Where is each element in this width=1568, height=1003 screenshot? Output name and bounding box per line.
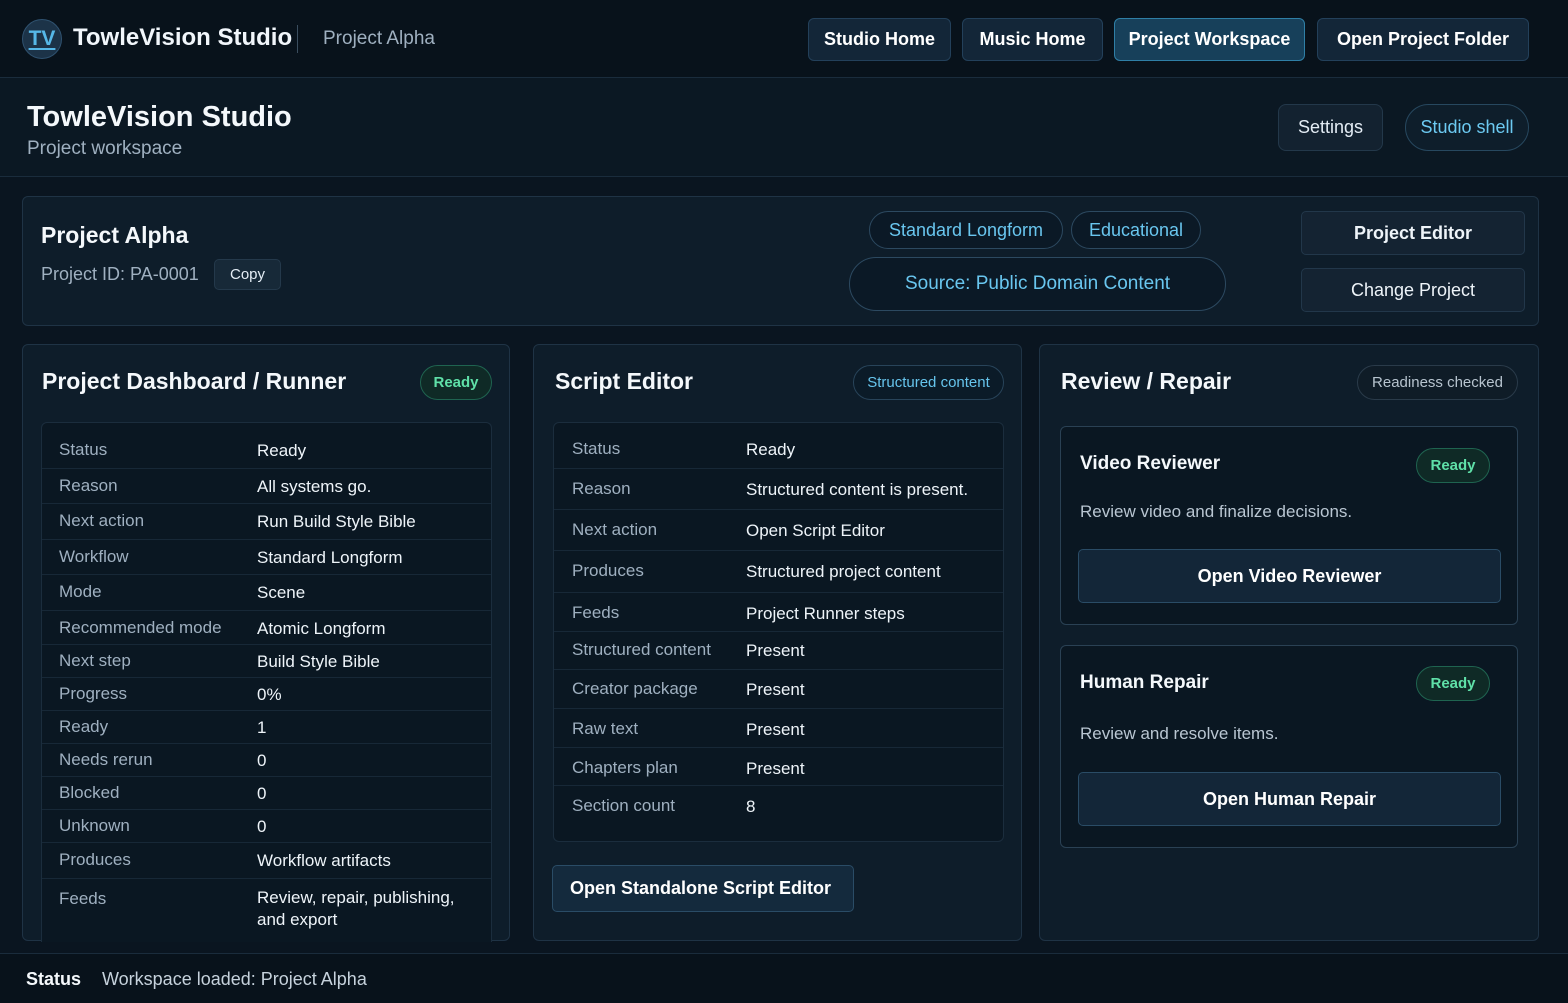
- dashboard-details: Status Ready Reason All systems go. Next a…: [41, 422, 492, 942]
- script-details: Status Ready Reason Structured content is …: [553, 422, 1004, 842]
- table-row: Workflow Standard Longform: [42, 540, 491, 575]
- table-row: Needs rerun 0: [42, 744, 491, 777]
- table-row: Feeds Review, repair, publishing, and exp…: [59, 888, 455, 929]
- review-repair-panel: Review / Repair Readiness checked Video …: [1039, 344, 1539, 941]
- studio-home-button[interactable]: Studio Home: [808, 18, 951, 61]
- dashboard-title: Project Dashboard / Runner: [42, 368, 347, 394]
- video-reviewer-title: Video Reviewer: [1080, 453, 1221, 474]
- script-status-badge: Structured content: [853, 365, 1004, 400]
- music-home-button[interactable]: Music Home: [962, 18, 1103, 61]
- page-subtitle: Project workspace: [27, 138, 183, 159]
- table-row: Recommended mode Atomic Longform: [42, 611, 491, 645]
- video-reviewer-badge: Ready: [1416, 448, 1490, 483]
- project-id: Project ID: PA-0001: [41, 264, 199, 284]
- project-editor-button[interactable]: Project Editor: [1301, 211, 1525, 255]
- human-repair-card: Human Repair Ready Review and resolve it…: [1060, 645, 1518, 848]
- human-repair-badge: Ready: [1416, 666, 1490, 701]
- table-row: Blocked 0: [42, 777, 491, 810]
- table-row: Next step Build Style Bible: [42, 645, 491, 678]
- category-chip: Educational: [1071, 211, 1201, 249]
- dashboard-panel: Project Dashboard / Runner Ready Status R…: [22, 344, 510, 942]
- open-project-folder-button[interactable]: Open Project Folder: [1317, 18, 1529, 61]
- table-row: Produces Workflow artifacts: [42, 843, 491, 879]
- change-project-button[interactable]: Change Project: [1301, 268, 1525, 312]
- video-reviewer-description: Review video and finalize decisions.: [1080, 502, 1353, 521]
- project-summary-card: Project Alpha Project ID: PA-0001 Copy S…: [22, 196, 1539, 326]
- status-label: Status: [26, 969, 82, 989]
- workflow-chip: Standard Longform: [869, 211, 1063, 249]
- status-bar: Status Workspace loaded: Project Alpha: [0, 953, 1568, 1003]
- brand-divider: [297, 25, 298, 53]
- table-row: Section count 8: [572, 796, 756, 816]
- settings-button[interactable]: Settings: [1278, 104, 1383, 151]
- human-repair-description: Review and resolve items.: [1080, 724, 1279, 743]
- project-workspace-button[interactable]: Project Workspace: [1114, 18, 1305, 61]
- copy-project-id-button[interactable]: Copy: [214, 259, 281, 290]
- script-editor-panel: Script Editor Structured content Status R…: [533, 344, 1022, 941]
- open-video-reviewer-button[interactable]: Open Video Reviewer: [1078, 549, 1501, 603]
- table-row: Feeds Project Runner steps: [554, 593, 1003, 632]
- open-human-repair-button[interactable]: Open Human Repair: [1078, 772, 1501, 826]
- table-row: Raw text Present: [554, 709, 1003, 748]
- human-repair-title: Human Repair: [1080, 672, 1209, 693]
- page-header: TowleVision Studio Project workspace Set…: [0, 78, 1568, 177]
- project-name: Project Alpha: [41, 222, 189, 248]
- table-row: Unknown 0: [42, 810, 491, 843]
- table-row: Progress 0%: [42, 678, 491, 711]
- brand-logo-icon: TV: [22, 19, 62, 59]
- video-reviewer-card: Video Reviewer Ready Review video and fi…: [1060, 426, 1518, 625]
- table-row: Mode Scene: [42, 575, 491, 611]
- table-row: Produces Structured project content: [554, 551, 1003, 593]
- table-row: Reason Structured content is present.: [554, 469, 1003, 510]
- dashboard-status-badge: Ready: [420, 365, 492, 400]
- table-row: Next action Open Script Editor: [554, 510, 1003, 551]
- table-row: Status Ready: [554, 429, 1003, 469]
- table-row: Chapters plan Present: [554, 748, 1003, 786]
- open-standalone-script-editor-button[interactable]: Open Standalone Script Editor: [552, 865, 854, 912]
- brand-name: TowleVision Studio: [73, 24, 293, 51]
- table-row: Creator package Present: [554, 670, 1003, 709]
- readiness-badge: Readiness checked: [1357, 365, 1518, 400]
- table-row: Status Ready: [42, 433, 491, 469]
- status-message: Workspace loaded: Project Alpha: [102, 969, 367, 989]
- top-bar: TV TowleVision Studio Project Alpha Stud…: [0, 0, 1568, 78]
- review-repair-title: Review / Repair: [1061, 368, 1232, 394]
- page-title: TowleVision Studio: [27, 101, 292, 133]
- table-row: Reason All systems go.: [42, 469, 491, 504]
- table-row: Ready 1: [42, 711, 491, 744]
- source-chip: Source: Public Domain Content: [849, 257, 1226, 311]
- script-editor-title: Script Editor: [555, 368, 694, 394]
- current-project-label: Project Alpha: [323, 28, 435, 49]
- table-row: Next action Run Build Style Bible: [42, 504, 491, 540]
- table-row: Structured content Present: [554, 632, 1003, 670]
- studio-shell-button[interactable]: Studio shell: [1405, 104, 1529, 151]
